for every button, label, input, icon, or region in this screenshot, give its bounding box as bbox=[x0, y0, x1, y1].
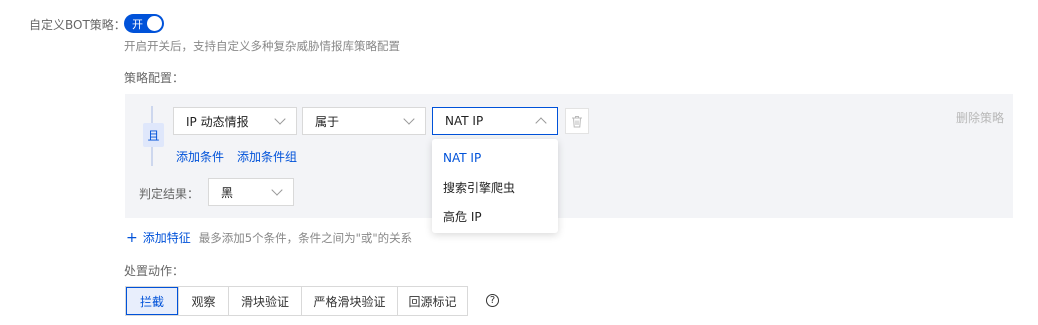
question-circle-icon[interactable]: ? bbox=[486, 294, 499, 307]
dropdown-option-nat-ip[interactable]: NAT IP bbox=[443, 151, 481, 165]
result-select-value: 黑 bbox=[221, 185, 234, 200]
chevron-up-icon bbox=[535, 117, 547, 129]
and-badge: 且 bbox=[143, 123, 164, 147]
dropdown-option-search-crawler[interactable]: 搜索引擎爬虫 bbox=[443, 179, 515, 196]
add-feature-link[interactable]: 添加特征 bbox=[143, 229, 191, 246]
trash-icon bbox=[572, 115, 582, 127]
strategy-config-label: 策略配置： bbox=[124, 71, 185, 85]
toggle-knob bbox=[147, 16, 162, 31]
value-dropdown-menu: NAT IP 搜索引擎爬虫 高危 IP bbox=[432, 139, 558, 233]
result-select[interactable]: 黑 bbox=[208, 178, 294, 206]
plus-icon[interactable]: + bbox=[126, 230, 138, 246]
field-select[interactable]: IP 动态情报 bbox=[173, 107, 297, 135]
add-feature-hint: 最多添加5个条件，条件之间为"或"的关系 bbox=[198, 230, 413, 245]
result-label: 判定结果： bbox=[139, 187, 200, 201]
toggle-label: 开 bbox=[132, 17, 143, 31]
action-slider-verify-button[interactable]: 滑块验证 bbox=[228, 287, 301, 315]
chevron-down-icon bbox=[403, 113, 415, 125]
delete-strategy-link[interactable]: 删除策略 bbox=[956, 109, 1004, 126]
field-select-value: IP 动态情报 bbox=[186, 114, 249, 129]
value-select-value: NAT IP bbox=[445, 114, 484, 128]
action-block-button[interactable]: 拦截 bbox=[126, 287, 178, 315]
action-origin-mark-button[interactable]: 回源标记 bbox=[397, 287, 467, 315]
operator-select-value: 属于 bbox=[315, 114, 340, 129]
action-observe-button[interactable]: 观察 bbox=[178, 287, 228, 315]
bot-policy-label: 自定义BOT策略： bbox=[29, 18, 126, 32]
bot-policy-toggle[interactable]: 开 bbox=[124, 14, 164, 33]
bot-policy-hint: 开启开关后，支持自定义多种复杂威胁情报库策略配置 bbox=[124, 39, 400, 53]
operator-select[interactable]: 属于 bbox=[302, 107, 426, 135]
action-label: 处置动作： bbox=[124, 264, 185, 278]
action-strict-slider-button[interactable]: 严格滑块验证 bbox=[301, 287, 397, 315]
action-segmented-control: 拦截 观察 滑块验证 严格滑块验证 回源标记 bbox=[125, 286, 468, 316]
add-condition-group-link[interactable]: 添加条件组 bbox=[237, 148, 297, 165]
add-condition-link[interactable]: 添加条件 bbox=[176, 148, 224, 165]
value-select[interactable]: NAT IP bbox=[432, 107, 558, 135]
add-feature-row: + 添加特征 最多添加5个条件，条件之间为"或"的关系 bbox=[126, 229, 412, 246]
delete-condition-button[interactable] bbox=[565, 108, 589, 134]
dropdown-option-high-risk-ip[interactable]: 高危 IP bbox=[443, 208, 482, 225]
chevron-down-icon bbox=[274, 113, 286, 125]
chevron-down-icon bbox=[271, 184, 283, 196]
